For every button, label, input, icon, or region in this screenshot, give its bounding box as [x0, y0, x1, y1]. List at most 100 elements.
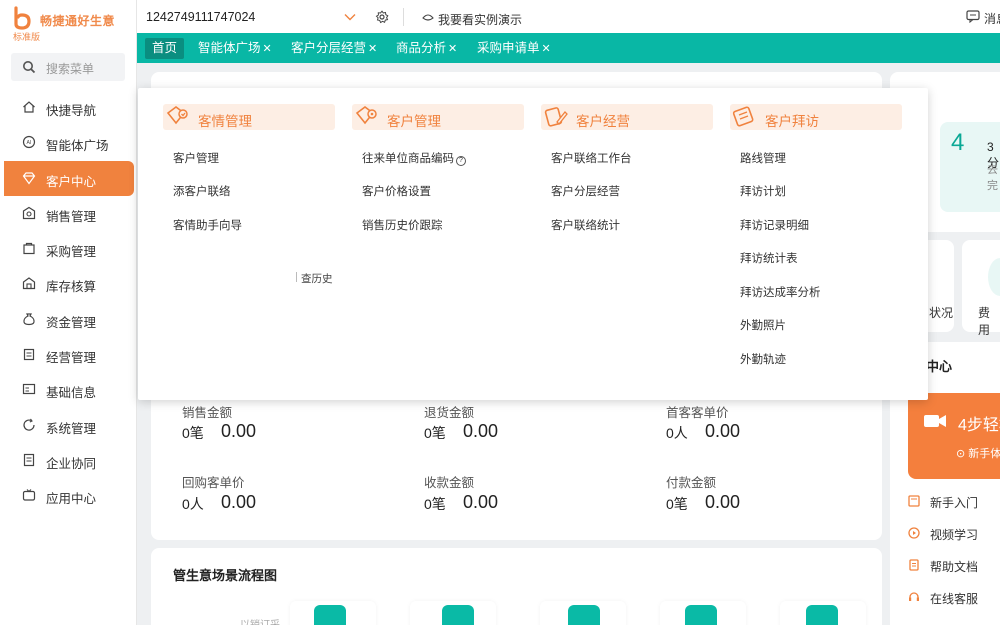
tab-product-analysis[interactable]: 商品分析 ✕ [396, 38, 457, 59]
task-count: 4 [951, 129, 965, 156]
sidebar-item-purchase[interactable]: 采购管理 [4, 231, 134, 266]
visit-notebook-icon [732, 106, 754, 127]
help-question-icon[interactable]: ? [456, 156, 466, 166]
transfer-icon [442, 605, 474, 625]
menu-group-header: 客户经营 [541, 104, 713, 130]
demo-link[interactable]: 我要看实例演示 [438, 11, 522, 28]
stat-count: 0笔 [424, 496, 446, 512]
logo-edition: 标准版 [13, 32, 41, 42]
headset-icon [909, 592, 919, 601]
menu-link[interactable]: 添客户联络 [173, 183, 231, 199]
play-icon [908, 527, 920, 539]
tab-home[interactable]: 首页 [145, 38, 184, 59]
menu-group-title: 客户经营 [576, 114, 630, 129]
menu-search-input[interactable]: 搜索菜单 [11, 53, 125, 81]
search-placeholder: 搜索菜单 [46, 62, 95, 76]
flow-title: 管生意场景流程图 [173, 568, 278, 583]
menu-link-label: 往来单位商品编码 [362, 153, 454, 165]
stat-count: 0笔 [182, 425, 204, 441]
menu-group-title: 客户管理 [387, 114, 441, 129]
sidebar-item-customer-center[interactable]: 客户中心 [4, 160, 134, 196]
menu-group-title: 客户拜访 [765, 114, 819, 129]
help-link-label: 新手入门 [930, 496, 979, 510]
menu-link[interactable]: 拜访计划 [740, 183, 786, 199]
account-selector[interactable]: 1242749111747024 [146, 10, 255, 24]
eye-icon [422, 14, 434, 21]
gear-icon[interactable] [375, 10, 389, 24]
tab-close-icon[interactable]: ✕ [448, 43, 457, 55]
sidebar-item-basic-info[interactable]: 基础信息 [4, 372, 134, 407]
top-bar: 1242749111747024 我要看实例演示 消息 [137, 0, 1000, 34]
tab-customer-tiering[interactable]: 客户分层经营 ✕ [291, 38, 377, 59]
calendar-icon [806, 605, 838, 625]
history-divider [296, 272, 297, 282]
sidebar-item-system[interactable]: 系统管理 [4, 408, 134, 443]
onboarding-banner[interactable]: 4步轻松 ⊙ 新手体 [908, 393, 1000, 479]
menu-link[interactable]: 外勤照片 [740, 317, 786, 333]
tab-agent-square[interactable]: 智能体广场 ✕ [198, 38, 272, 59]
stat-value: 0.00 [705, 492, 741, 512]
sidebar-item-sales[interactable]: 销售管理 [4, 196, 134, 231]
sidebar-item-app-center[interactable]: 应用中心 [4, 478, 134, 513]
stat-label: 回购客单价 [182, 476, 245, 490]
menu-link[interactable]: 客户价格设置 [362, 183, 431, 199]
stat-label: 付款金额 [666, 476, 717, 490]
menu-group-header: 客户拜访 [730, 104, 902, 130]
stat-count: 0人 [182, 496, 204, 512]
toolbar-divider [403, 8, 404, 26]
sidebar-item-funds[interactable]: 资金管理 [4, 302, 134, 337]
logo[interactable]: 畅捷通好生意 标准版 [8, 6, 136, 42]
sidebar-item-operations[interactable]: 经营管理 [4, 337, 134, 372]
invoice-icon [685, 605, 717, 625]
sidebar-item-collaboration[interactable]: 企业协同 [4, 443, 134, 478]
view-history-link[interactable]: 查历史 [301, 271, 333, 286]
message-icon[interactable] [966, 10, 980, 23]
tab-purchase-request[interactable]: 采购申请单 ✕ [477, 38, 551, 59]
flow-panel [151, 548, 882, 625]
tab-label: 智能体广场 [198, 41, 261, 55]
box-icon [314, 605, 346, 625]
video-camera-icon [924, 415, 946, 427]
menu-link[interactable]: 拜访统计表 [740, 250, 798, 266]
sidebar-menu: 快捷导航 AI 智能体广场 客户中心 销售管理 采购管理 库存核算 资金管理 经 [4, 90, 134, 514]
menu-group-customer-relations: 客情管理 客户管理 添客户联络 客情助手向导 [163, 104, 335, 232]
menu-link[interactable]: 客户分层经营 [551, 183, 620, 199]
warehouse-icon [22, 277, 36, 290]
id-card-icon [22, 384, 36, 395]
menu-link[interactable]: 客户联络统计 [551, 217, 620, 233]
cart-icon [23, 243, 35, 255]
refresh-icon [23, 418, 35, 431]
sidebar-item-label: 应用中心 [46, 492, 97, 507]
menu-group-customer-visits: 客户拜访 路线管理 拜访计划 拜访记录明细 拜访统计表 拜访达成率分析 外勤照片… [730, 104, 902, 366]
menu-link[interactable]: 往来单位商品编码? [362, 150, 466, 166]
menu-link[interactable]: 销售历史价跟踪 [362, 217, 443, 233]
task-action[interactable]: 去完 [987, 161, 1000, 193]
tab-close-icon[interactable]: ✕ [263, 43, 272, 55]
menu-link[interactable]: 拜访记录明细 [740, 217, 809, 233]
messages-button[interactable]: 消息 [984, 10, 1000, 27]
sidebar-item-inventory[interactable]: 库存核算 [4, 266, 134, 301]
tab-label: 采购申请单 [477, 41, 540, 55]
menu-link[interactable]: 路线管理 [740, 150, 786, 166]
sidebar-item-agent-square[interactable]: AI 智能体广场 [4, 125, 134, 160]
menu-group-header: 客户管理 [352, 104, 524, 130]
menu-link[interactable]: 客情助手向导 [173, 217, 242, 233]
tab-label: 商品分析 [396, 41, 447, 55]
chevron-down-icon[interactable] [344, 12, 356, 22]
sidebar-item-label: 系统管理 [46, 421, 97, 436]
menu-link[interactable]: 拜访达成率分析 [740, 284, 821, 300]
stat-label: 销售金额 [182, 406, 233, 420]
customer-center-dropdown: 客情管理 客户管理 添客户联络 客情助手向导 查历史 客户管理 往来单位商品编码… [138, 88, 928, 400]
menu-group-title: 客情管理 [198, 114, 252, 129]
stat-count: 0人 [666, 425, 688, 441]
logo-name: 畅捷通好生意 [40, 14, 116, 28]
sidebar-item-quick-nav[interactable]: 快捷导航 [4, 90, 134, 125]
menu-link[interactable]: 外勤轨迹 [740, 351, 786, 367]
menu-link[interactable]: 客户联络工作台 [551, 150, 632, 166]
menu-link[interactable]: 客户管理 [173, 150, 219, 166]
sidebar-item-label: 客户中心 [46, 174, 97, 189]
stat-count: 0笔 [666, 496, 688, 512]
tab-close-icon[interactable]: ✕ [542, 43, 551, 55]
tab-close-icon[interactable]: ✕ [368, 43, 377, 55]
stat-value: 0.00 [705, 421, 741, 441]
